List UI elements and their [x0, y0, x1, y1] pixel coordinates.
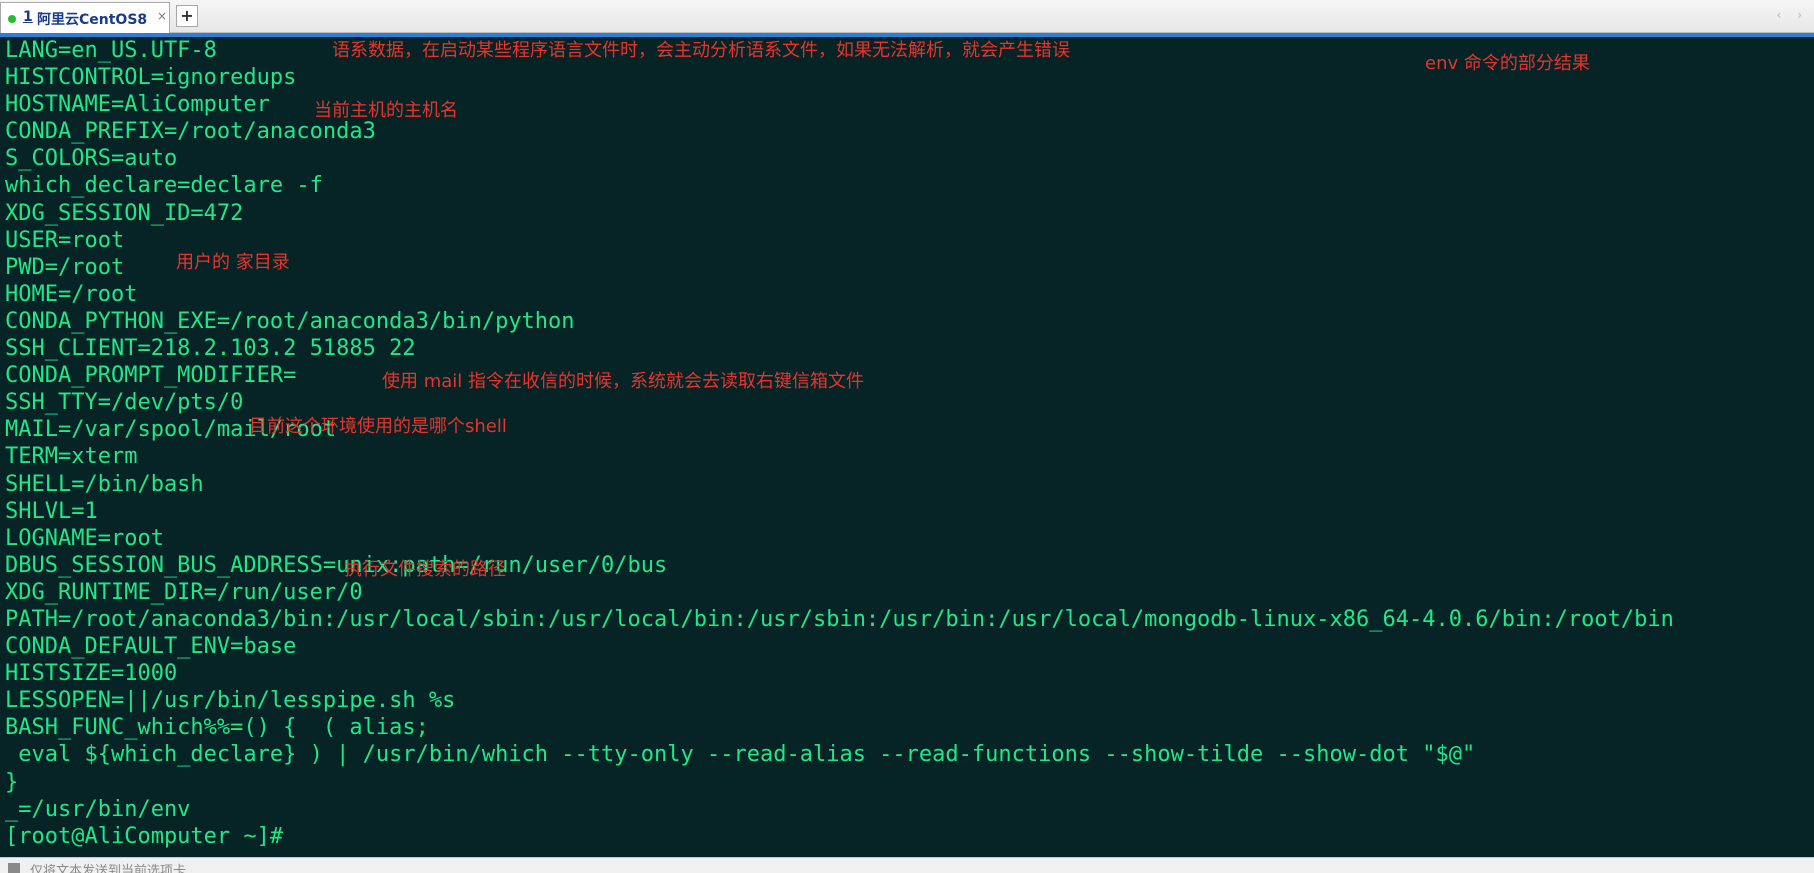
tab-index: 1: [23, 9, 33, 25]
terminal-line: HISTSIZE=1000: [5, 661, 178, 687]
menu-icon[interactable]: [8, 863, 20, 873]
terminal-line: CONDA_PREFIX=/root/anaconda3: [5, 119, 376, 145]
terminal-line: CONDA_PYTHON_EXE=/root/anaconda3/bin/pyt…: [5, 308, 575, 334]
close-icon[interactable]: ×: [157, 9, 167, 23]
annotation-mail: 使用 mail 指令在收信的时候，系统就会去读取右键信箱文件: [382, 371, 865, 392]
terminal-line: LESSOPEN=||/usr/bin/lesspipe.sh %s: [5, 688, 456, 714]
tab-scroll-arrows-icon[interactable]: ‹ ›: [1777, 8, 1808, 22]
terminal-line: XDG_RUNTIME_DIR=/run/user/0: [5, 579, 363, 605]
terminal-output[interactable]: LANG=en_US.UTF-8 HISTCONTROL=ignoredups …: [0, 37, 1814, 857]
terminal-line: which_declare=declare -f: [5, 173, 323, 199]
terminal-line: SHELL=/bin/bash: [5, 471, 204, 497]
annotation-env: env 命令的部分结果: [1425, 53, 1590, 74]
terminal-line: HOME=/root: [5, 281, 138, 307]
session-tab[interactable]: 1 阿里云CentOS8 ×: [0, 2, 170, 33]
terminal-line: BASH_FUNC_which%%=() { ( alias;: [5, 715, 429, 741]
terminal-line: TERM=xterm: [5, 444, 138, 470]
terminal-line: PATH=/root/anaconda3/bin:/usr/local/sbin…: [5, 606, 1674, 632]
terminal-line: _=/usr/bin/env: [5, 796, 191, 822]
terminal-prompt: [root@AliComputer ~]#: [5, 823, 284, 849]
terminal-line: HISTCONTROL=ignoredups: [5, 65, 297, 91]
annotation-hostname: 当前主机的主机名: [314, 100, 458, 121]
terminal-line: XDG_SESSION_ID=472: [5, 200, 244, 226]
terminal-line: SSH_CLIENT=218.2.103.2 51885 22: [5, 336, 416, 362]
terminal-line: }: [5, 769, 19, 795]
terminal-line: LOGNAME=root: [5, 525, 164, 551]
terminal-line: eval ${which_declare} ) | /usr/bin/which…: [5, 742, 1476, 768]
terminal-line: CONDA_DEFAULT_ENV=base: [5, 634, 297, 660]
tab-label: 阿里云CentOS8: [37, 12, 148, 28]
terminal-line: S_COLORS=auto: [5, 146, 178, 172]
tab-bar: 1 阿里云CentOS8 × + ‹ ›: [0, 0, 1814, 33]
terminal-lines: LANG=en_US.UTF-8 HISTCONTROL=ignoredups …: [5, 37, 1674, 850]
annotation-path: 执行文件搜索的路径: [344, 559, 506, 580]
status-bar: 仅将文本发送到当前选项卡: [0, 857, 1814, 873]
annotation-home: 用户的 家目录: [176, 252, 290, 273]
connected-status-icon: [8, 15, 16, 23]
annotation-shell: 目前这个环境使用的是哪个shell: [249, 416, 507, 437]
terminal-line: DBUS_SESSION_BUS_ADDRESS=unix:path=/run/…: [5, 552, 668, 578]
terminal-window: 1 阿里云CentOS8 × + ‹ › LANG=en_US.UTF-8 HI…: [0, 0, 1814, 873]
terminal-line: SHLVL=1: [5, 498, 98, 524]
terminal-line: HOSTNAME=AliComputer: [5, 92, 270, 118]
annotation-lang: 语系数据，在启动某些程序语言文件时，会主动分析语系文件，如果无法解析，就会产生错…: [332, 40, 1070, 61]
status-text: 仅将文本发送到当前选项卡: [30, 864, 187, 873]
new-tab-button[interactable]: +: [176, 5, 198, 27]
